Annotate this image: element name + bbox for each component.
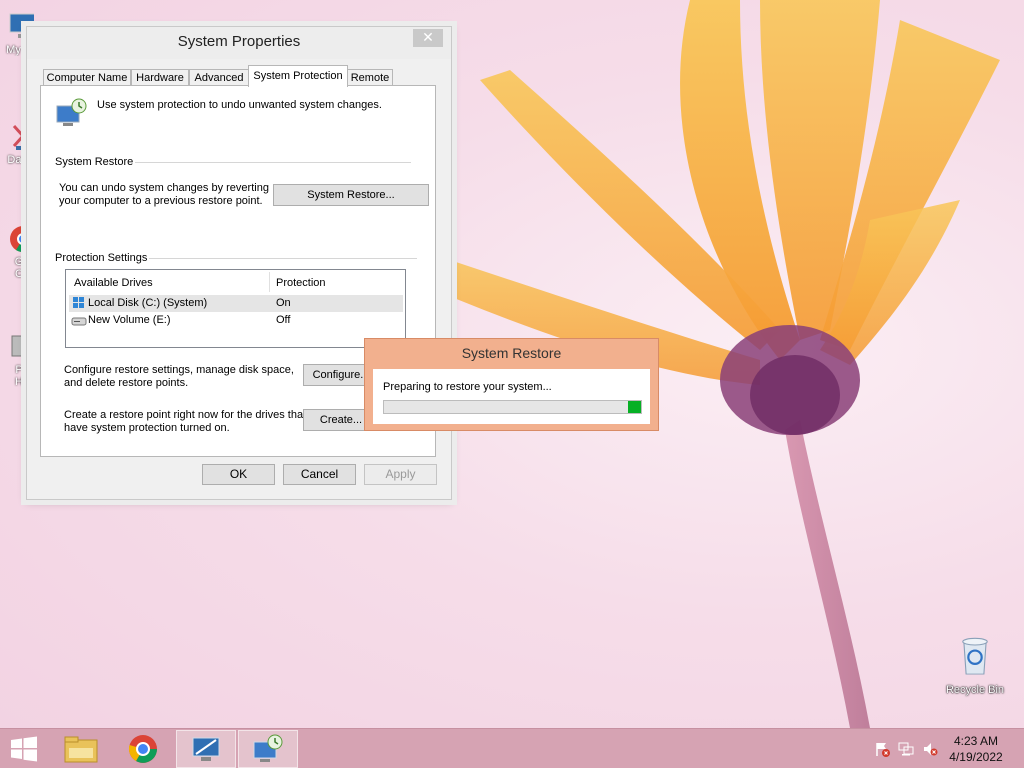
window-title: System Properties — [177, 33, 301, 50]
protection-settings-group-label: Protection Settings — [55, 252, 148, 264]
ok-button[interactable]: OK — [202, 464, 275, 485]
taskbar-system-properties[interactable] — [176, 730, 236, 768]
cancel-button[interactable]: Cancel — [283, 464, 356, 485]
taskbar: 4:23 AM 4/19/2022 — [0, 728, 1024, 768]
taskbar-file-explorer[interactable] — [51, 730, 111, 768]
group-divider — [135, 162, 411, 163]
group-divider — [149, 258, 417, 259]
system-restore-group-label: System Restore — [55, 156, 134, 168]
system-properties-icon — [192, 737, 220, 761]
clock-date: 4/19/2022 — [949, 750, 1003, 764]
start-button[interactable] — [0, 730, 48, 768]
tab-label: Advanced — [194, 72, 244, 84]
system-restore-button[interactable]: System Restore... — [273, 184, 429, 206]
system-restore-dialog[interactable]: System Restore Preparing to restore your… — [364, 338, 659, 431]
drive-protection: On — [276, 297, 291, 309]
restore-message: Preparing to restore your system... — [383, 381, 552, 393]
chrome-icon — [128, 735, 157, 763]
desc-line: Configure restore settings, manage disk … — [64, 364, 294, 376]
column-header-drives[interactable]: Available Drives — [74, 277, 153, 290]
action-center-flag-icon[interactable] — [874, 741, 890, 757]
network-icon[interactable] — [898, 741, 914, 757]
volume-muted-icon[interactable] — [922, 741, 938, 757]
hard-drive-icon — [71, 317, 87, 326]
system-restore-description: You can undo system changes by reverting… — [59, 182, 269, 208]
drive-row-c[interactable]: Local Disk (C:) (System) On — [69, 295, 403, 312]
tab-label: Hardware — [136, 72, 184, 84]
close-icon: ✕ — [422, 29, 434, 45]
clock-time: 4:23 AM — [953, 734, 999, 748]
desktop-icon-label: Recycle Bin — [945, 684, 1005, 696]
drive-protection: Off — [276, 314, 291, 326]
progress-fill — [628, 401, 641, 413]
drive-list[interactable]: Available Drives Protection Local Disk (… — [65, 269, 406, 348]
dialog-title: System Restore — [461, 345, 562, 361]
window-titlebar[interactable]: System Properties ✕ — [27, 27, 451, 59]
system-drive-icon — [73, 297, 84, 308]
desc-line: your computer to a previous restore poin… — [59, 195, 263, 207]
restore-progress-bar — [383, 400, 642, 414]
system-restore-icon — [253, 734, 283, 762]
taskbar-system-restore[interactable] — [238, 730, 298, 768]
column-divider — [269, 272, 270, 292]
tab-system-protection[interactable]: System Protection — [248, 65, 348, 87]
create-description: Create a restore point right now for the… — [64, 409, 306, 435]
recycle-bin-icon — [962, 637, 988, 675]
windows-logo-icon — [11, 736, 37, 762]
system-protection-icon — [56, 98, 87, 126]
tab-label: Computer Name — [46, 72, 128, 84]
drive-name: Local Disk (C:) (System) — [88, 297, 208, 309]
dialog-body: Preparing to restore your system... — [373, 369, 650, 424]
desc-line: You can undo system changes by reverting — [59, 182, 269, 194]
drive-name: New Volume (E:) — [88, 314, 171, 326]
column-header-protection[interactable]: Protection — [276, 277, 326, 290]
drive-row-e[interactable]: New Volume (E:) Off — [69, 312, 403, 329]
desc-line: have system protection turned on. — [64, 422, 230, 434]
apply-button[interactable]: Apply — [364, 464, 437, 485]
desc-line: and delete restore points. — [64, 377, 189, 389]
taskbar-chrome[interactable] — [113, 730, 173, 768]
intro-text: Use system protection to undo unwanted s… — [97, 99, 382, 111]
tab-label: Remote — [350, 72, 390, 84]
folder-icon — [64, 736, 98, 763]
desc-line: Create a restore point right now for the… — [64, 409, 307, 421]
desktop-icon-recycle-bin[interactable]: Recycle Bin — [940, 632, 1010, 696]
taskbar-clock[interactable]: 4:23 AM 4/19/2022 — [946, 733, 1006, 765]
configure-description: Configure restore settings, manage disk … — [64, 364, 294, 390]
tab-label: System Protection — [253, 70, 343, 82]
close-button[interactable]: ✕ — [413, 29, 443, 47]
